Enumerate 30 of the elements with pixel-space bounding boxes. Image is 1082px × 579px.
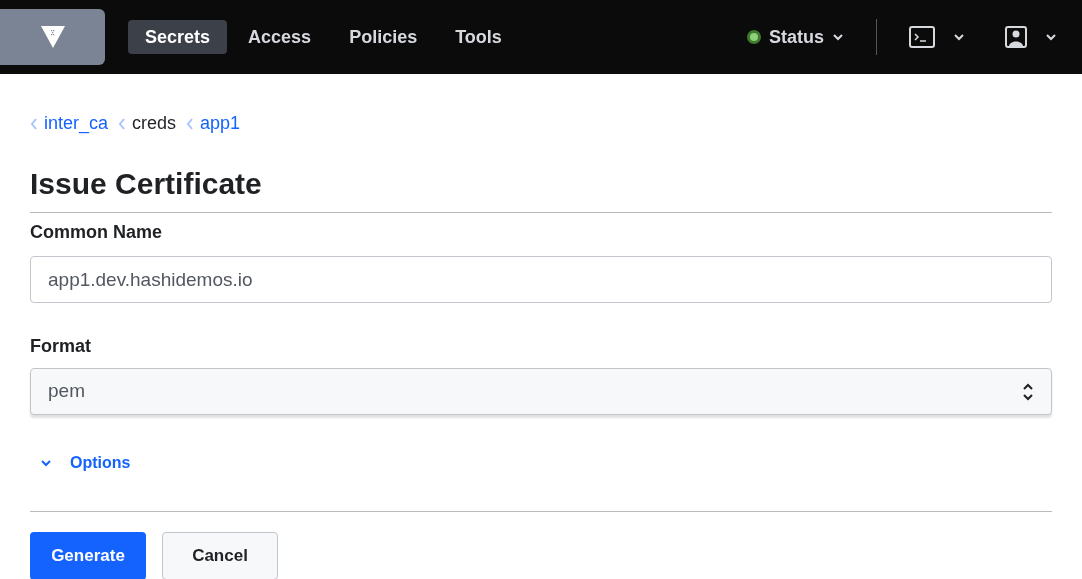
user-icon xyxy=(1005,26,1027,48)
breadcrumb-link[interactable]: inter_ca xyxy=(44,110,109,137)
field-label: Common Name xyxy=(30,221,164,244)
chevron-down-icon xyxy=(40,459,52,467)
nav-tab[interactable]: Policies xyxy=(332,20,435,54)
chevron-down-icon xyxy=(953,33,965,41)
up-down-caret-icon xyxy=(1022,381,1034,402)
nav-tab[interactable]: Tools xyxy=(438,20,519,54)
logo-button[interactable] xyxy=(0,9,105,65)
cancel-button[interactable]: Cancel xyxy=(162,532,278,579)
chevron-down-icon xyxy=(1045,33,1057,41)
nav-tab[interactable]: Access xyxy=(231,20,329,54)
chevron-left-icon xyxy=(30,117,38,130)
input-field[interactable]: app1.dev.hashidemos.io xyxy=(30,256,1052,303)
user-menu[interactable] xyxy=(1005,26,1057,48)
generate-button[interactable]: Generate xyxy=(30,532,146,579)
breadcrumb-link[interactable]: app1 xyxy=(200,110,241,137)
chevron-left-icon xyxy=(186,117,195,130)
nav-tab[interactable]: Secrets xyxy=(128,20,228,54)
terminal-icon xyxy=(909,26,935,48)
status-menu[interactable]: Status xyxy=(747,23,844,51)
triangle-logo-icon xyxy=(39,24,66,50)
chevron-down-icon xyxy=(832,33,844,41)
console-menu[interactable] xyxy=(909,26,965,48)
options-toggle[interactable]: Options xyxy=(40,451,131,475)
breadcrumb-current: creds xyxy=(132,112,177,135)
page-title: Issue Certificate xyxy=(30,161,1052,213)
field-label: Format xyxy=(30,335,92,358)
select-field[interactable]: pem xyxy=(30,368,1052,415)
chevron-left-icon xyxy=(118,117,127,130)
